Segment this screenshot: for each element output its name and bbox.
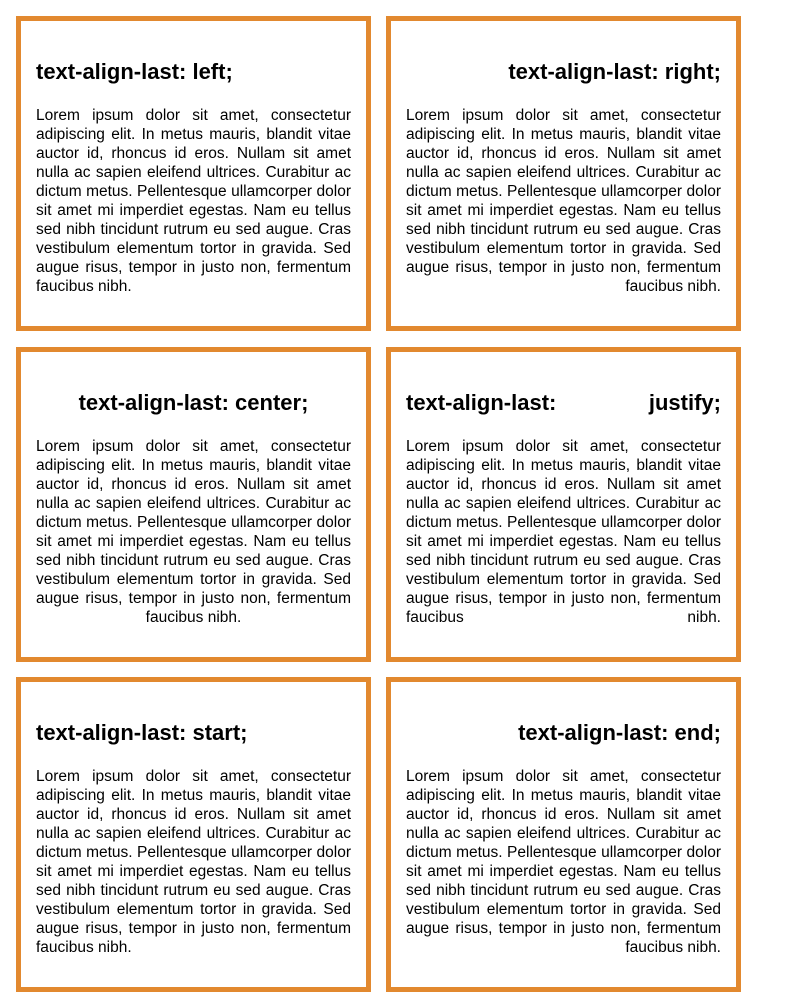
box-heading: text-align-last: left; (36, 59, 233, 84)
demo-box-right: text-align-last: right; Lorem ipsum dolo… (386, 16, 741, 331)
box-paragraph: Lorem ipsum dolor sit amet, consectetur … (36, 438, 351, 626)
box-heading: text-align-last: right; (508, 59, 721, 84)
demo-box-left: text-align-last: left; Lorem ipsum dolor… (16, 16, 371, 331)
demo-box-end: text-align-last: end; Lorem ipsum dolor … (386, 677, 741, 992)
box-heading: text-align-last: end; (518, 720, 721, 745)
box-paragraph: Lorem ipsum dolor sit amet, consectetur … (36, 107, 351, 295)
demo-box-justify: text-align-last: justify; Lorem ipsum do… (386, 347, 741, 662)
box-paragraph: Lorem ipsum dolor sit amet, consectetur … (406, 768, 721, 956)
box-heading: text-align-last: justify; (406, 390, 721, 415)
demo-box-start: text-align-last: start; Lorem ipsum dolo… (16, 677, 371, 992)
demo-box-center: text-align-last: center; Lorem ipsum dol… (16, 347, 371, 662)
box-paragraph: Lorem ipsum dolor sit amet, consectetur … (406, 438, 721, 626)
box-paragraph: Lorem ipsum dolor sit amet, consectetur … (36, 768, 351, 956)
box-paragraph: Lorem ipsum dolor sit amet, consectetur … (406, 107, 721, 295)
box-heading: text-align-last: start; (36, 720, 248, 745)
box-heading: text-align-last: center; (78, 390, 309, 415)
